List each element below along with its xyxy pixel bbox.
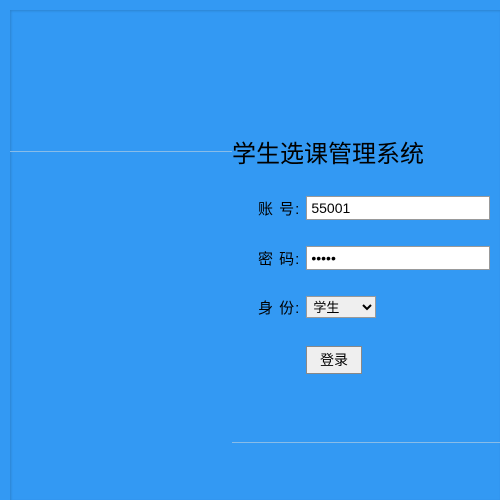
login-button[interactable]: 登录 xyxy=(306,346,362,374)
divider-line-bottom xyxy=(232,442,500,443)
role-row: 身 份: 学生 xyxy=(258,296,490,318)
divider-line xyxy=(10,151,232,152)
login-panel: 学生选课管理系统 账 号: 密 码: 身 份: 学生 登录 xyxy=(10,10,500,500)
password-row: 密 码: xyxy=(258,246,490,270)
role-select[interactable]: 学生 xyxy=(306,296,376,318)
role-label: 身 份: xyxy=(258,297,300,318)
account-label: 账 号: xyxy=(258,198,300,219)
page-title: 学生选课管理系统 xyxy=(232,134,424,169)
login-form: 账 号: 密 码: 身 份: 学生 登录 xyxy=(258,196,490,374)
password-label: 密 码: xyxy=(258,248,300,269)
title-row: 学生选课管理系统 xyxy=(10,134,500,169)
password-input[interactable] xyxy=(306,246,490,270)
account-input[interactable] xyxy=(306,196,490,220)
account-row: 账 号: xyxy=(258,196,490,220)
button-row: 登录 xyxy=(306,346,490,374)
